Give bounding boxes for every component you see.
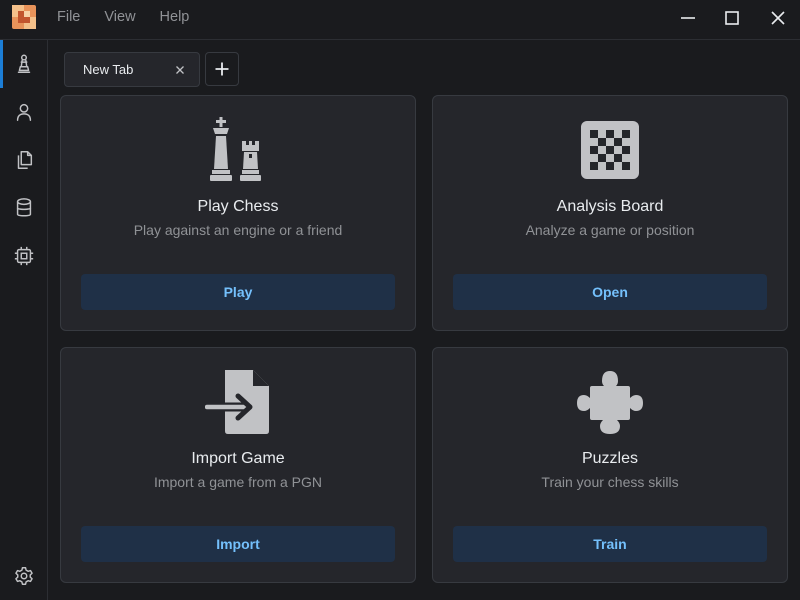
plus-icon bbox=[215, 62, 229, 76]
close-icon bbox=[771, 11, 785, 25]
import-button[interactable]: Import bbox=[81, 526, 395, 562]
title-bar: File View Help bbox=[0, 0, 800, 40]
card-icon-container bbox=[202, 116, 274, 184]
card-icon-container bbox=[202, 368, 274, 436]
menu-view[interactable]: View bbox=[104, 9, 135, 25]
chess-king-rook-icon bbox=[210, 117, 261, 181]
user-icon bbox=[16, 103, 32, 121]
menu-bar: File View Help bbox=[57, 0, 213, 34]
card-import-game: Import Game Import a game from a PGN Imp… bbox=[60, 347, 416, 583]
card-description: Play against an engine or a friend bbox=[133, 222, 343, 238]
card-title: Analysis Board bbox=[556, 198, 664, 215]
puzzle-icon bbox=[577, 371, 643, 434]
database-icon bbox=[16, 198, 32, 217]
menu-file[interactable]: File bbox=[57, 9, 80, 25]
card-icon-container bbox=[574, 368, 646, 436]
minimize-icon bbox=[681, 17, 695, 19]
chess-pawn-icon bbox=[17, 54, 31, 73]
sidebar-item-settings[interactable] bbox=[0, 552, 48, 600]
sidebar-item-database[interactable] bbox=[0, 184, 48, 232]
sidebar-item-play[interactable] bbox=[0, 40, 48, 88]
add-tab-button[interactable] bbox=[205, 52, 239, 86]
tab-close-icon[interactable] bbox=[174, 64, 186, 76]
maximize-icon bbox=[725, 11, 739, 25]
cpu-icon bbox=[14, 246, 34, 266]
chessboard-icon bbox=[581, 121, 639, 179]
card-analysis-board: Analysis Board Analyze a game or positio… bbox=[432, 95, 788, 331]
minimize-button[interactable] bbox=[666, 0, 710, 36]
tab-new-tab[interactable]: New Tab bbox=[64, 52, 200, 87]
app-logo-icon bbox=[12, 5, 36, 29]
file-import-icon bbox=[205, 370, 269, 434]
card-description: Import a game from a PGN bbox=[153, 474, 323, 490]
open-button[interactable]: Open bbox=[453, 274, 767, 310]
files-icon bbox=[17, 151, 33, 169]
card-title: Import Game bbox=[191, 450, 285, 467]
card-play-chess: Play Chess Play against an engine or a f… bbox=[60, 95, 416, 331]
play-button[interactable]: Play bbox=[81, 274, 395, 310]
sidebar-item-files[interactable] bbox=[0, 136, 48, 184]
settings-icon bbox=[15, 567, 33, 585]
card-title: Play Chess bbox=[197, 198, 279, 215]
maximize-button[interactable] bbox=[710, 0, 754, 36]
tab-label: New Tab bbox=[83, 62, 134, 77]
train-button[interactable]: Train bbox=[453, 526, 767, 562]
sidebar bbox=[0, 40, 48, 600]
close-window-button[interactable] bbox=[756, 0, 800, 36]
card-puzzles: Puzzles Train your chess skills Train bbox=[432, 347, 788, 583]
menu-help[interactable]: Help bbox=[160, 9, 190, 25]
card-title: Puzzles bbox=[581, 450, 639, 467]
card-description: Analyze a game or position bbox=[525, 222, 695, 238]
card-description: Train your chess skills bbox=[541, 474, 679, 490]
sidebar-item-user[interactable] bbox=[0, 88, 48, 136]
card-icon-container bbox=[574, 116, 646, 184]
sidebar-item-engines[interactable] bbox=[0, 232, 48, 280]
